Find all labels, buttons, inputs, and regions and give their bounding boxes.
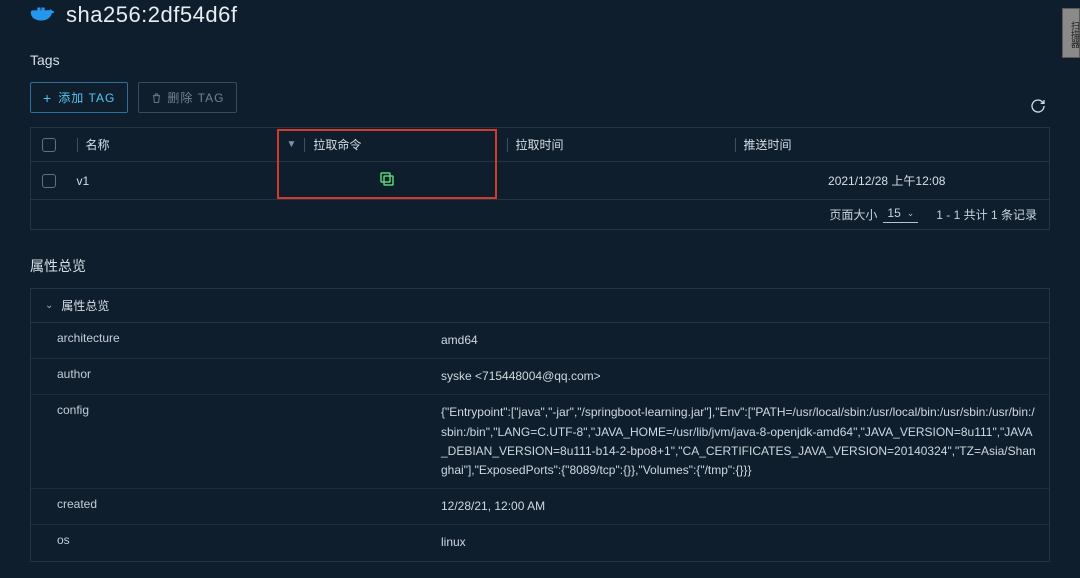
- plus-icon: +: [43, 91, 52, 105]
- tag-action-bar: + 添加 TAG 删除 TAG: [30, 82, 1050, 113]
- refresh-button[interactable]: [1030, 98, 1046, 117]
- attr-value: syske <715448004@qq.com>: [431, 359, 1049, 394]
- attr-row: config {"Entrypoint":["java","-jar","/sp…: [31, 395, 1049, 489]
- attributes-panel-toggle[interactable]: ⌄ 属性总览: [31, 289, 1049, 323]
- attr-value: {"Entrypoint":["java","-jar","/springboo…: [431, 395, 1049, 488]
- tags-heading: Tags: [30, 52, 1050, 68]
- copy-pull-command-button[interactable]: [378, 170, 396, 191]
- attr-key: architecture: [31, 323, 431, 358]
- attr-key: created: [31, 489, 431, 524]
- attr-value: 12/28/21, 12:00 AM: [431, 489, 1049, 524]
- page-size-label: 页面大小: [829, 206, 877, 223]
- attr-row: created 12/28/21, 12:00 AM: [31, 489, 1049, 525]
- attributes-panel-title: 属性总览: [61, 297, 109, 314]
- cell-push-time: 2021/12/28 上午12:08: [725, 162, 1050, 200]
- col-push-header[interactable]: 推送时间: [744, 136, 792, 153]
- table-header-row: 名称 ▼ 拉取命令 拉取时间: [31, 128, 1050, 162]
- attr-row: architecture amd64: [31, 323, 1049, 359]
- cell-name: v1: [67, 162, 277, 200]
- attr-row: author syske <715448004@qq.com>: [31, 359, 1049, 395]
- row-checkbox[interactable]: [42, 174, 56, 188]
- column-separator: [304, 138, 305, 152]
- select-all-checkbox[interactable]: [42, 138, 56, 152]
- attr-value: linux: [431, 525, 1049, 560]
- attr-row: os linux: [31, 525, 1049, 560]
- trash-icon: [151, 91, 161, 105]
- column-separator: [507, 138, 508, 152]
- attr-value: amd64: [431, 323, 1049, 358]
- page-size-select[interactable]: 15 ⌄: [883, 206, 918, 223]
- add-tag-label: 添加 TAG: [58, 89, 115, 106]
- attr-key: config: [31, 395, 431, 488]
- table-footer: 页面大小 15 ⌄ 1 - 1 共计 1 条记录: [30, 200, 1050, 230]
- right-side-tab[interactable]: 扫描器: [1062, 8, 1080, 58]
- page-header: sha256:2df54d6f: [30, 0, 1050, 46]
- chevron-down-icon: ⌄: [907, 208, 915, 219]
- delete-tag-button[interactable]: 删除 TAG: [138, 82, 237, 113]
- col-name-header[interactable]: 名称: [86, 136, 110, 153]
- attr-key: os: [31, 525, 431, 560]
- column-separator: [77, 138, 78, 152]
- attributes-heading: 属性总览: [30, 256, 1050, 276]
- chevron-down-icon: ⌄: [45, 300, 53, 311]
- docker-icon: [30, 3, 56, 28]
- table-row[interactable]: v1 2021/12/28 上午12:08: [31, 162, 1050, 200]
- col-pull-header[interactable]: 拉取时间: [516, 136, 564, 153]
- page-size-value: 15: [887, 206, 900, 220]
- cell-pull-time: [497, 162, 725, 200]
- attr-key: author: [31, 359, 431, 394]
- pagination-range: 1 - 1 共计 1 条记录: [936, 206, 1037, 223]
- column-separator: [735, 138, 736, 152]
- delete-tag-label: 删除 TAG: [167, 89, 224, 106]
- page-title: sha256:2df54d6f: [66, 2, 237, 28]
- filter-icon[interactable]: ▼: [287, 139, 297, 150]
- attributes-panel: ⌄ 属性总览 architecture amd64 author syske <…: [30, 288, 1050, 562]
- col-cmd-header[interactable]: 拉取命令: [313, 136, 361, 153]
- tags-table: 名称 ▼ 拉取命令 拉取时间: [30, 127, 1050, 200]
- add-tag-button[interactable]: + 添加 TAG: [30, 82, 128, 113]
